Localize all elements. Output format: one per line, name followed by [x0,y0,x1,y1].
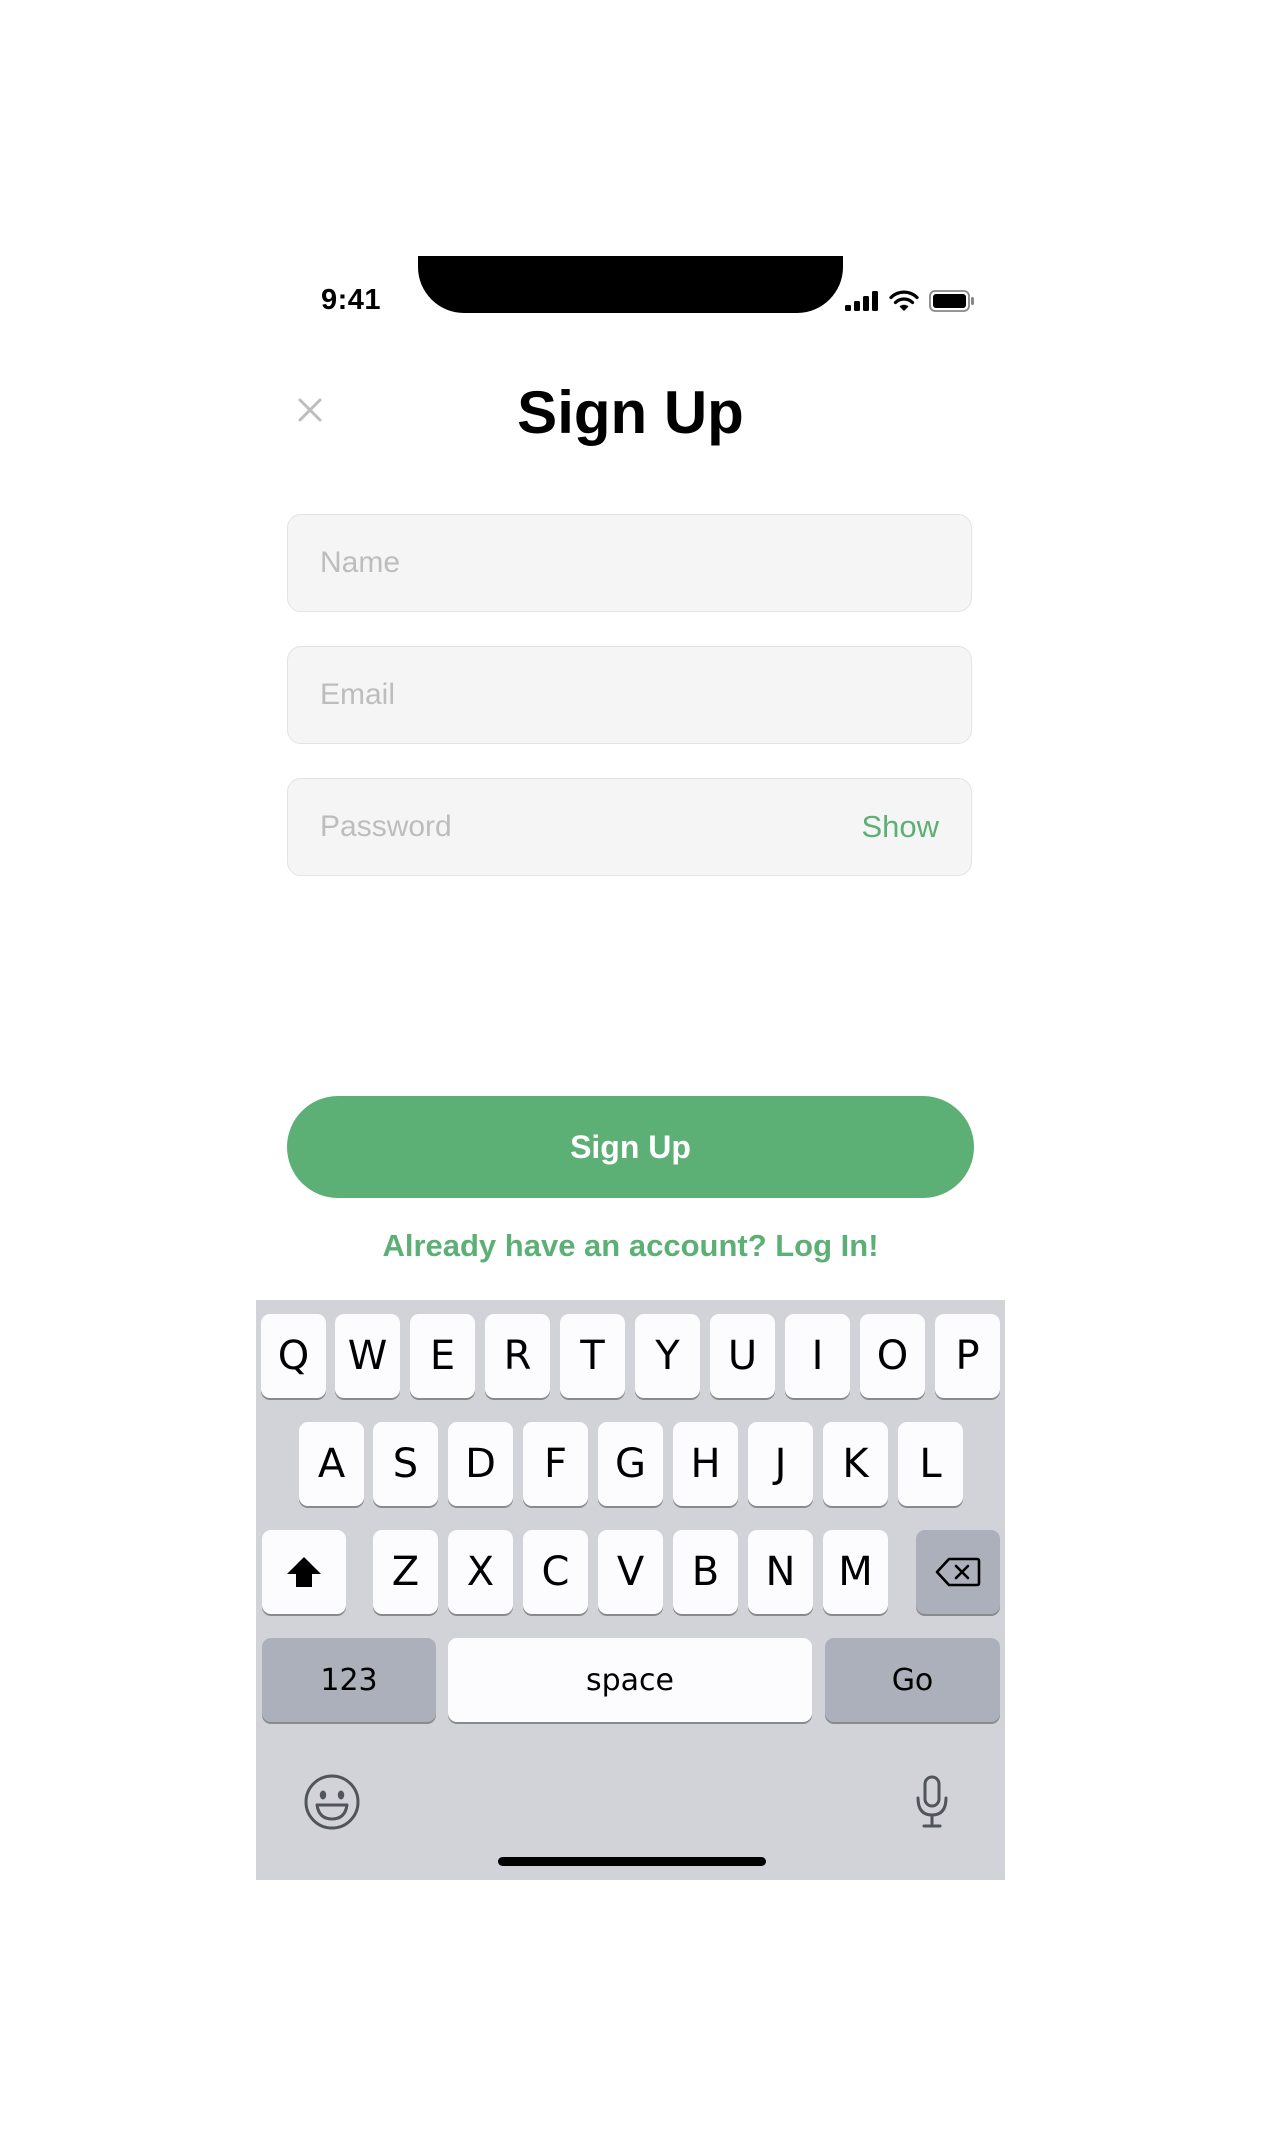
device-notch [418,256,843,313]
log-in-link[interactable]: Already have an account? Log In! [256,1228,1005,1264]
key-z[interactable]: Z [373,1530,438,1614]
key-t[interactable]: T [560,1314,625,1398]
key-r[interactable]: R [485,1314,550,1398]
page-title: Sign Up [517,379,744,446]
key-o[interactable]: O [860,1314,925,1398]
key-f[interactable]: F [523,1422,588,1506]
microphone-button[interactable] [912,1770,952,1834]
shift-key[interactable] [262,1530,346,1614]
key-p[interactable]: P [935,1314,1000,1398]
key-w[interactable]: W [335,1314,400,1398]
shift-icon [287,1557,321,1587]
key-m[interactable]: M [823,1530,888,1614]
key-n[interactable]: N [748,1530,813,1614]
key-c[interactable]: C [523,1530,588,1614]
go-key[interactable]: Go [825,1638,1000,1722]
phone-screen: 9:41 Sign Up Show [256,256,1005,1880]
key-j[interactable]: J [748,1422,813,1506]
status-time: 9:41 [321,284,382,316]
key-q[interactable]: Q [261,1314,326,1398]
key-x[interactable]: X [448,1530,513,1614]
wifi-icon [889,290,919,311]
numbers-key[interactable]: 123 [262,1638,436,1722]
key-d[interactable]: D [448,1422,513,1506]
key-g[interactable]: G [598,1422,663,1506]
space-key[interactable]: space [448,1638,812,1722]
password-field-container: Show [287,778,972,876]
on-screen-keyboard: Q W E R T Y U I O P A S D F G H J K L Z … [256,1300,1005,1880]
key-y[interactable]: Y [635,1314,700,1398]
key-h[interactable]: H [673,1422,738,1506]
emoji-icon [304,1774,360,1830]
cellular-signal-icon [845,291,878,311]
battery-icon [929,290,974,312]
emoji-button[interactable] [300,1770,364,1834]
key-s[interactable]: S [373,1422,438,1506]
key-k[interactable]: K [823,1422,888,1506]
key-v[interactable]: V [598,1530,663,1614]
email-field[interactable] [288,647,971,743]
backspace-key[interactable] [916,1530,1000,1614]
backspace-icon [935,1557,981,1587]
key-l[interactable]: L [898,1422,963,1506]
key-u[interactable]: U [710,1314,775,1398]
key-i[interactable]: I [785,1314,850,1398]
home-indicator[interactable] [498,1857,766,1866]
name-field-container [287,514,972,612]
key-e[interactable]: E [410,1314,475,1398]
email-field-container [287,646,972,744]
name-field[interactable] [288,515,971,611]
status-icons [845,290,975,312]
sign-up-button[interactable]: Sign Up [287,1096,974,1198]
microphone-icon [916,1775,948,1828]
key-b[interactable]: B [673,1530,738,1614]
key-a[interactable]: A [299,1422,364,1506]
show-password-button[interactable]: Show [861,779,939,875]
